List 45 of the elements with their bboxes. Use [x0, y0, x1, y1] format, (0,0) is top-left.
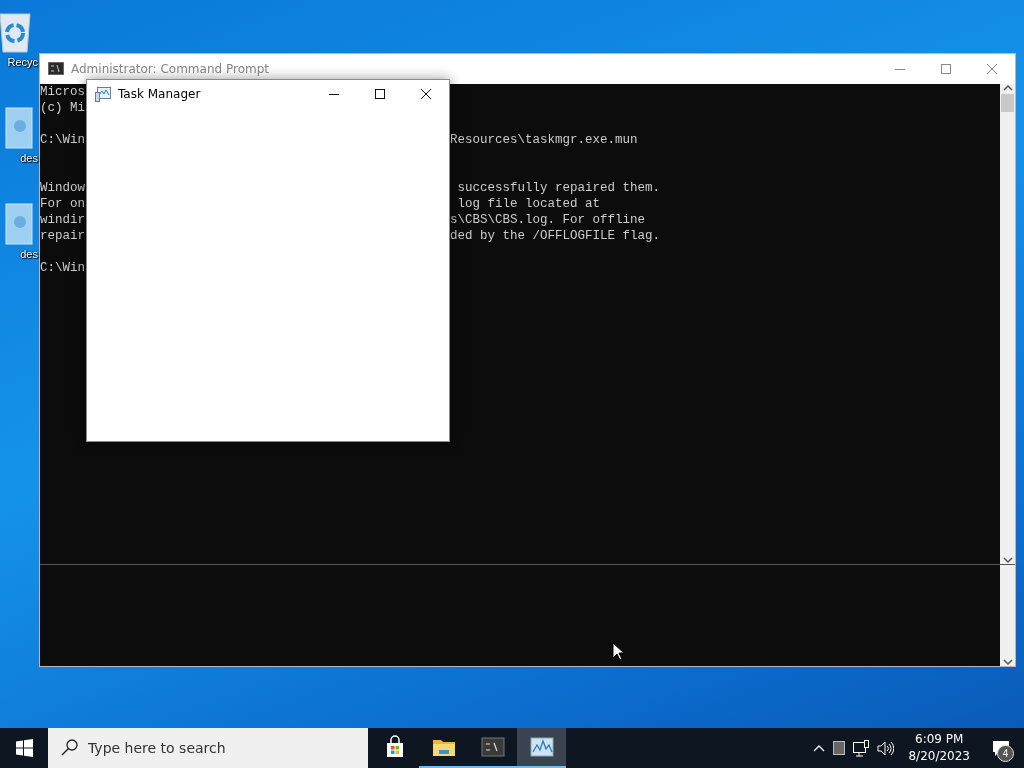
icon-label[interactable]: des [20, 248, 38, 260]
icon-label[interactable]: des [20, 152, 38, 164]
clock-date[interactable]: 8/20/2023 [908, 748, 970, 765]
close-icon [987, 64, 997, 74]
search-field[interactable]: Type here to search [48, 728, 368, 768]
scrollbar[interactable] [1000, 84, 1015, 564]
chevron-up-icon[interactable] [813, 743, 826, 753]
console-text: Resources\taskmgr.exe.mun [450, 132, 638, 148]
tablet-icon[interactable] [833, 741, 846, 755]
console-text: For on [40, 196, 85, 212]
scrollbar[interactable] [1000, 565, 1015, 666]
taskbar-app-button[interactable] [517, 728, 566, 768]
console-text: ded by the /OFFLOGFILE flag. [450, 228, 661, 244]
console-text: repair [40, 228, 85, 244]
clock-time[interactable]: 6:09 PM [915, 731, 964, 748]
window-title: Task Manager [118, 87, 202, 101]
notifications-button[interactable]: 4 [984, 728, 1018, 768]
console-icon [480, 735, 505, 759]
console-text: C:\Win [40, 260, 85, 276]
search-icon [61, 739, 78, 756]
scroll-down-icon[interactable] [1002, 556, 1013, 564]
speaker-icon[interactable] [877, 739, 895, 757]
console-text: (c) Mi [40, 100, 85, 116]
icon-label[interactable]: Recyc [7, 56, 38, 68]
console-text: log file located at [456, 196, 601, 212]
console-icon [48, 61, 64, 77]
chart-window-icon [529, 735, 554, 759]
close-icon [421, 89, 431, 99]
notification-count: 4 [997, 745, 1014, 762]
console-text: C:\Win [40, 132, 85, 148]
maximize-icon [941, 64, 951, 74]
console-text: Micros [40, 84, 85, 100]
console-text: Window [40, 180, 85, 196]
windows-icon [15, 739, 33, 757]
console-text: windir [40, 212, 85, 228]
scroll-up-icon[interactable] [1002, 84, 1013, 92]
network-icon[interactable] [853, 739, 870, 757]
scroll-down-icon[interactable] [1002, 658, 1013, 666]
console-text: s\CBS\CBS.log. For offline [450, 212, 646, 228]
console-text: successfully repaired them. [456, 180, 661, 196]
maximize-icon [375, 89, 385, 99]
window-title: Administrator: Command Prompt [71, 62, 270, 76]
scroll-thumb[interactable] [1001, 94, 1014, 112]
monitor-chart-icon [95, 86, 111, 102]
mouse-pointer-icon [612, 642, 626, 662]
